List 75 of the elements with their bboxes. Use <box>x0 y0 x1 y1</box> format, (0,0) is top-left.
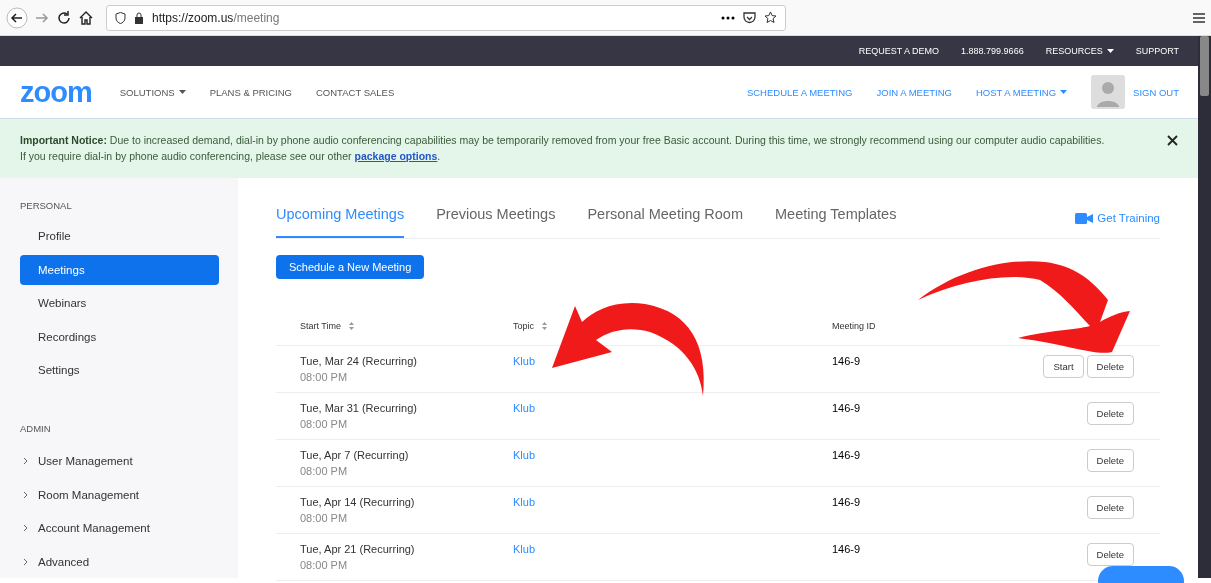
tab[interactable]: Meeting Templates <box>775 206 897 238</box>
start-date: Tue, Apr 21 (Recurring) <box>300 543 416 555</box>
close-icon[interactable] <box>1167 135 1178 146</box>
row-action-button[interactable]: Delete <box>1086 402 1134 425</box>
meeting-id: 146-9 <box>832 496 861 508</box>
column-header: Meeting ID <box>832 321 876 331</box>
chevron-icon <box>23 490 28 499</box>
row-action-button[interactable]: Delete <box>1086 496 1134 519</box>
reload-icon[interactable] <box>56 9 72 26</box>
start-time: 08:00 PM <box>300 559 349 571</box>
start-date: Tue, Apr 7 (Recurring) <box>300 449 410 461</box>
sign-out-link[interactable]: SIGN OUT <box>1133 86 1179 98</box>
sort-icon[interactable] <box>542 322 547 330</box>
notice-period: . <box>437 150 441 162</box>
sidebar-item[interactable]: User Management <box>20 446 219 476</box>
address-bar[interactable]: https://zoom.us/meeting <box>106 4 786 31</box>
caret-icon <box>178 90 186 94</box>
column-header[interactable]: Topic <box>513 321 547 331</box>
top-bar-link[interactable]: REQUEST A DEMO <box>858 46 940 56</box>
more-icon[interactable] <box>721 15 735 20</box>
start-time: 08:00 PM <box>300 418 349 430</box>
shield-icon <box>115 11 126 24</box>
tab[interactable]: Previous Meetings <box>436 206 556 238</box>
start-date: Tue, Mar 24 (Recurring) <box>300 355 418 367</box>
pocket-icon[interactable] <box>743 11 756 24</box>
home-icon[interactable] <box>78 9 94 26</box>
lock-icon <box>134 11 144 24</box>
top-bar-link[interactable]: SUPPORT <box>1135 46 1179 56</box>
start-date: Tue, Apr 14 (Recurring) <box>300 496 416 508</box>
nav-link[interactable]: HOST A MEETING <box>976 86 1068 98</box>
sidebar-item[interactable]: Account Management <box>20 513 219 543</box>
sidebar-heading: ADMIN <box>20 423 52 434</box>
sidebar-heading: PERSONAL <box>20 200 73 211</box>
start-time: 08:00 PM <box>300 371 349 383</box>
menu-icon[interactable] <box>1193 12 1205 23</box>
chevron-icon <box>23 457 28 465</box>
video-camera-icon <box>1075 212 1094 224</box>
sidebar-item[interactable]: Profile <box>20 221 219 251</box>
nav-link[interactable]: SCHEDULE A MEETING <box>746 86 853 98</box>
nav-link[interactable]: CONTACT SALES <box>316 86 395 98</box>
back-icon[interactable] <box>6 6 28 29</box>
sidebar-item[interactable]: Meetings <box>20 254 219 285</box>
sidebar-item[interactable]: Room Management <box>20 479 219 510</box>
row-action-button[interactable]: Delete <box>1086 543 1134 566</box>
sort-icon[interactable] <box>349 322 354 330</box>
start-time: 08:00 PM <box>300 465 349 477</box>
scrollbar[interactable] <box>1198 36 1211 578</box>
row-action-button[interactable]: Delete <box>1086 355 1134 378</box>
caret-icon <box>1106 49 1114 53</box>
sidebar-item[interactable]: Settings <box>20 355 219 385</box>
nav-link[interactable]: SOLUTIONS <box>119 86 186 98</box>
star-icon[interactable] <box>764 11 777 24</box>
chevron-icon <box>23 557 28 566</box>
meeting-id: 146-9 <box>832 355 861 367</box>
meeting-id: 146-9 <box>832 449 861 461</box>
column-header[interactable]: Start Time <box>300 321 354 331</box>
meeting-id: 146-9 <box>832 402 861 414</box>
notice-text: If you require dial-in by phone audio conferencing, please see our other <box>20 150 352 162</box>
top-bar-link[interactable]: 1.888.799.9666 <box>961 46 1024 56</box>
nav-link[interactable]: PLANS & PRICING <box>209 86 292 98</box>
chevron-icon <box>23 524 28 532</box>
meeting-id: 146-9 <box>832 543 861 555</box>
row-action-button[interactable]: Delete <box>1086 449 1134 472</box>
caret-icon <box>1060 90 1068 94</box>
tab[interactable]: Personal Meeting Room <box>587 206 743 238</box>
sidebar-item[interactable]: Recordings <box>20 321 219 352</box>
sidebar-item[interactable]: Webinars <box>20 288 219 318</box>
notice-text: Important Notice: Due to increased demand, dial-in by phone audio conferencing capabilities may be temporarily removed from your free Basic account. During this time, we strongly recommend using our computer audio capabilities. <box>20 133 1106 148</box>
nav-link[interactable]: JOIN A MEETING <box>876 86 952 98</box>
row-action-button[interactable]: Start <box>1043 355 1084 378</box>
schedule-meeting-button[interactable]: Schedule a New Meeting <box>276 255 425 279</box>
top-bar-link[interactable]: RESOURCES <box>1045 46 1114 56</box>
start-date: Tue, Mar 31 (Recurring) <box>300 402 418 414</box>
start-time: 08:00 PM <box>300 512 349 524</box>
sidebar-item[interactable]: Advanced <box>20 546 219 577</box>
